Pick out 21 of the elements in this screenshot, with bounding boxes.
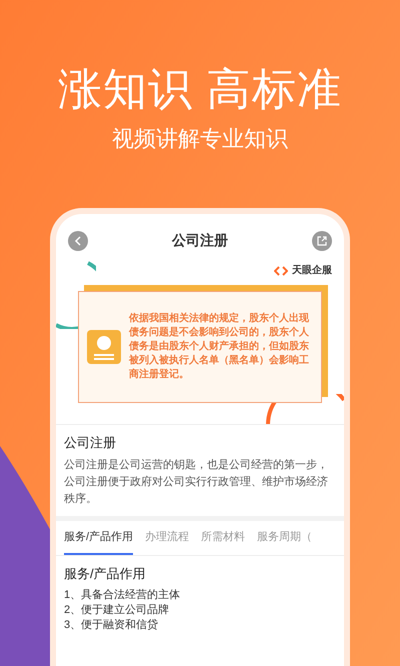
back-button[interactable]: [68, 230, 88, 250]
list-item: 2、便于建立公司品牌: [64, 602, 170, 618]
list-item: 1、具备合法经营的主体: [64, 588, 182, 602]
notice-text: 依据我国相关法律的规定，股东个人出现债务问题是不会影响到公司的，股东个人债务是由股东个人财产承担的，但如股东被列入被执行人名单（黑名单）会影响工商注册登记。: [129, 312, 310, 382]
content-title: 服务/产品作用: [64, 565, 147, 583]
brand-name: 天眼企服: [292, 264, 332, 278]
screen-title: 公司注册: [172, 231, 228, 250]
tab[interactable]: 服务/产品作用: [64, 520, 134, 555]
tab[interactable]: 所需材料: [201, 520, 246, 555]
headline: 涨知识 高标准: [58, 68, 342, 112]
tab[interactable]: 办理流程: [145, 520, 190, 555]
brand-logo-icon: [274, 266, 288, 276]
share-icon: [317, 236, 327, 246]
id-card-icon: [87, 330, 121, 364]
intro-title: 公司注册: [64, 434, 117, 452]
share-button[interactable]: [312, 230, 332, 250]
intro-text: 公司注册是公司运营的钥匙，也是公司经营的第一步，公司注册便于政府对公司实行行政管理、维护市场经济秩序。: [64, 458, 329, 506]
back-icon: [74, 236, 82, 246]
tab[interactable]: 服务周期（: [257, 520, 312, 555]
subtitle: 视频讲解专业知识: [112, 128, 288, 150]
list-item: 3、便于融资和信贷: [64, 618, 160, 632]
